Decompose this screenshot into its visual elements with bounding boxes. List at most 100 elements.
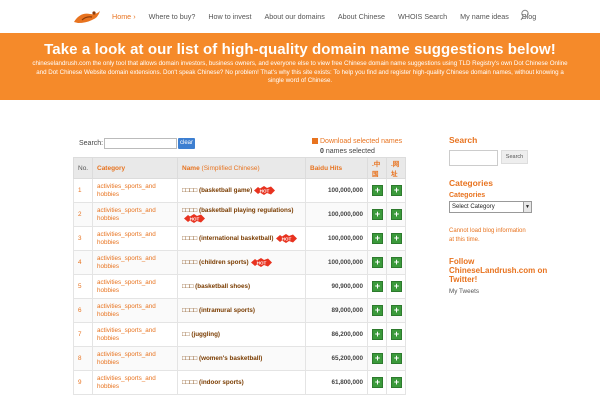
row-number: 9 [73, 370, 93, 395]
header-col1[interactable]: .中国 [367, 157, 387, 179]
nav-item-label: About our domains [264, 12, 325, 21]
row-number: 5 [73, 274, 93, 299]
chevron-down-icon: ▼ [523, 202, 531, 212]
header-col2[interactable]: .网址 [386, 157, 406, 179]
row-category-link[interactable]: activities_sports_and hobbies [92, 298, 178, 323]
add-domain-button[interactable]: + [391, 257, 402, 268]
row-baidu-hits: 61,800,000 [305, 370, 368, 395]
row-baidu-hits: 100,000,000 [305, 250, 368, 275]
main-nav: Home › Where to buy? How to invest About our… [112, 12, 549, 21]
hot-badge-icon: HOT [254, 186, 276, 195]
row-category-link[interactable]: activities_sports_and hobbies [92, 274, 178, 299]
category-select[interactable]: Select Category ▼ [449, 201, 532, 213]
row-add-cell: + [367, 322, 387, 347]
row-number: 7 [73, 322, 93, 347]
row-name-english: (basketball game) [198, 187, 253, 195]
search-icon[interactable] [520, 9, 530, 21]
row-add-cell: + [367, 226, 387, 251]
row-category-link[interactable]: activities_sports_and hobbies [92, 178, 178, 203]
row-add-cell: + [386, 370, 406, 395]
row-name: □□□□ (intramural sports) [177, 298, 306, 323]
add-domain-button[interactable]: + [372, 185, 383, 196]
hot-badge-label: HOT [190, 216, 200, 221]
sidebar: Search Search Categories Categories Sele… [449, 135, 584, 295]
sidebar-search-input[interactable] [449, 150, 498, 166]
row-category-link[interactable]: activities_sports_and hobbies [92, 226, 178, 251]
add-domain-button[interactable]: + [391, 209, 402, 220]
add-domain-button[interactable]: + [372, 281, 383, 292]
clear-button[interactable]: clear [178, 138, 195, 149]
nav-item-5[interactable]: WHOIS Search [398, 12, 447, 21]
add-domain-button[interactable]: + [391, 185, 402, 196]
table-row: 8 activities_sports_and hobbies □□□□ (wome… [73, 346, 406, 371]
row-name-english: (intramural sports) [198, 307, 255, 314]
add-domain-button[interactable]: + [391, 233, 402, 244]
row-category-link[interactable]: activities_sports_and hobbies [92, 346, 178, 371]
add-domain-button[interactable]: + [372, 353, 383, 364]
hot-badge-label: HOT [260, 188, 270, 193]
nav-item-1[interactable]: Where to buy? [149, 12, 196, 21]
row-number: 1 [73, 178, 93, 203]
header-category[interactable]: Category [92, 157, 178, 179]
add-domain-button[interactable]: + [372, 257, 383, 268]
nav-item-2[interactable]: How to invest [208, 12, 251, 21]
add-domain-button[interactable]: + [372, 329, 383, 340]
nav-item-label: About Chinese [337, 12, 385, 21]
header-name-label: Name [182, 164, 200, 172]
row-name: □□□□ (basketball playing regulations) HOT [177, 202, 306, 227]
row-name-english: (basketball playing regulations) [198, 206, 294, 214]
my-tweets-link[interactable]: My Tweets [449, 288, 479, 295]
row-add-cell: + [386, 322, 406, 347]
table-row: 5 activities_sports_and hobbies □□□ (baske… [73, 274, 406, 299]
header-num[interactable]: No. [73, 157, 93, 179]
add-domain-button[interactable]: + [372, 233, 383, 244]
row-number: 8 [73, 346, 93, 371]
chevron-right-icon: › [133, 12, 136, 21]
add-domain-button[interactable]: + [391, 281, 402, 292]
top-navigation-bar: Home › Where to buy? How to invest About our… [0, 0, 600, 33]
row-name: □□□□ (international basketball) HOT [177, 226, 306, 251]
domain-names-table: No. Category Name (Simplified Chinese) B… [73, 157, 406, 395]
table-row: 4 activities_sports_and hobbies □□□□ (chil… [73, 250, 406, 275]
sidebar-search-button[interactable]: Search [501, 150, 528, 164]
table-search-input[interactable] [104, 138, 177, 149]
add-domain-button[interactable]: + [391, 305, 402, 316]
row-category-link[interactable]: activities_sports_and hobbies [92, 202, 178, 227]
row-name-chinese: □□□ [182, 283, 194, 290]
header-name[interactable]: Name (Simplified Chinese) [177, 157, 306, 179]
add-domain-button[interactable]: + [372, 377, 383, 388]
follow-twitter-heading[interactable]: Follow ChineseLandrush.com on Twitter! [449, 257, 549, 284]
nav-item-3[interactable]: About our domains [265, 12, 325, 21]
sidebar-search-heading: Search [449, 135, 478, 145]
header-hits[interactable]: Baidu Hits [305, 157, 368, 179]
add-domain-button[interactable]: + [372, 209, 383, 220]
row-number: 6 [73, 298, 93, 323]
add-domain-button[interactable]: + [391, 329, 402, 340]
row-category-link[interactable]: activities_sports_and hobbies [92, 250, 178, 275]
table-row: 6 activities_sports_and hobbies □□□□ (intr… [73, 298, 406, 323]
row-number: 3 [73, 226, 93, 251]
site-logo[interactable] [72, 8, 102, 26]
nav-item-6[interactable]: My name ideas [460, 12, 509, 21]
add-domain-button[interactable]: + [391, 377, 402, 388]
table-row: 2 activities_sports_and hobbies □□□□ (bask… [73, 202, 406, 227]
row-name-english: (women's basketball) [198, 355, 263, 362]
row-category-link[interactable]: activities_sports_and hobbies [92, 322, 178, 347]
hero-description: chineselandrush.com the only tool that a… [32, 60, 568, 85]
download-icon [312, 138, 318, 144]
row-add-cell: + [367, 298, 387, 323]
row-add-cell: + [367, 250, 387, 275]
row-name-chinese: □□ [182, 331, 190, 338]
row-baidu-hits: 100,000,000 [305, 226, 368, 251]
download-selected-link[interactable]: Download selected names [312, 138, 402, 145]
add-domain-button[interactable]: + [372, 305, 383, 316]
nav-item-0[interactable]: Home › [112, 12, 136, 21]
hot-badge-label: HOT [281, 236, 291, 241]
row-name: □□□□ (indoor sports) [177, 370, 306, 395]
nav-item-4[interactable]: About Chinese [338, 12, 385, 21]
row-name-english: (children sports) [198, 259, 249, 267]
row-category-link[interactable]: activities_sports_and hobbies [92, 370, 178, 395]
row-name-chinese: □□□□ [182, 235, 198, 243]
add-domain-button[interactable]: + [391, 353, 402, 364]
nav-item-label: How to invest [208, 12, 252, 21]
